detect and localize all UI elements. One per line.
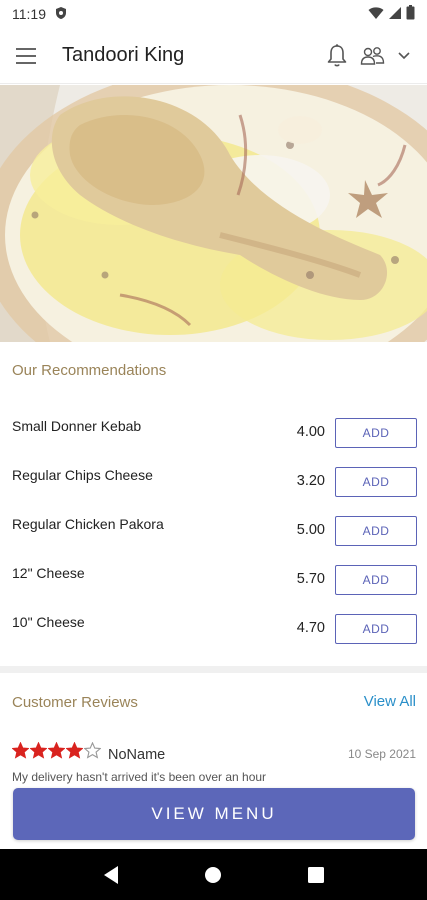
view-all-link[interactable]: View All [364,693,416,710]
status-time: 11:19 [12,6,46,22]
app-actions [325,43,411,69]
item-name: Small Donner Kebab [12,418,142,434]
status-bar: 11:19 [0,0,427,28]
hamburger-icon[interactable] [16,42,44,70]
back-icon[interactable] [91,855,131,895]
users-icon[interactable] [359,45,387,67]
add-button[interactable]: ADD [335,418,417,448]
item-name: Regular Chicken Pakora [12,516,164,532]
item-name: Regular Chips Cheese [12,467,153,483]
section-divider [0,666,427,673]
item-price: 4.00 [296,424,325,440]
list-item: Regular Chips Cheese 3.20 ADD [0,467,427,499]
bell-icon[interactable] [325,43,349,69]
star-icon [12,741,30,764]
add-button[interactable]: ADD [335,516,417,546]
signal-icon [388,6,402,23]
star-icon [47,741,66,764]
battery-icon [406,5,415,23]
item-price: 5.00 [296,522,325,538]
hero-food-image [0,85,427,342]
item-name: 12" Cheese [12,565,85,581]
item-price: 5.70 [296,571,325,587]
restaurant-title: Tandoori King [62,44,185,66]
recommendations-title: Our Recommendations [12,362,167,379]
list-item: 10" Cheese 4.70 ADD [0,614,427,646]
app-bar: Tandoori King [0,28,427,84]
add-button[interactable]: ADD [335,467,417,497]
status-icons [368,5,415,23]
list-item: Small Donner Kebab 4.00 ADD [0,418,427,450]
wifi-icon [368,6,384,23]
star-rating [12,741,102,764]
item-name: 10" Cheese [12,614,85,630]
list-item: Regular Chicken Pakora 5.00 ADD [0,516,427,548]
item-price: 4.70 [296,620,325,636]
list-item: 12" Cheese 5.70 ADD [0,565,427,597]
view-menu-button[interactable]: VIEW MENU [13,788,415,840]
review-text: My delivery hasn't arrived it's been ove… [12,770,267,784]
add-button[interactable]: ADD [335,565,417,595]
shield-icon [54,6,68,23]
recents-icon[interactable] [296,855,336,895]
reviewer-name: NoName [108,747,166,763]
star-icon [65,741,84,764]
chevron-down-icon[interactable] [397,51,411,61]
add-button[interactable]: ADD [335,614,417,644]
star-icon [29,741,48,764]
review-date: 10 Sep 2021 [347,747,416,761]
star-icon [83,741,102,764]
reviews-title: Customer Reviews [12,694,138,711]
item-price: 3.20 [296,473,325,489]
review-item: NoName 10 Sep 2021 My delivery hasn't ar… [12,740,416,784]
system-nav-bar [0,849,427,900]
home-icon[interactable] [193,855,233,895]
